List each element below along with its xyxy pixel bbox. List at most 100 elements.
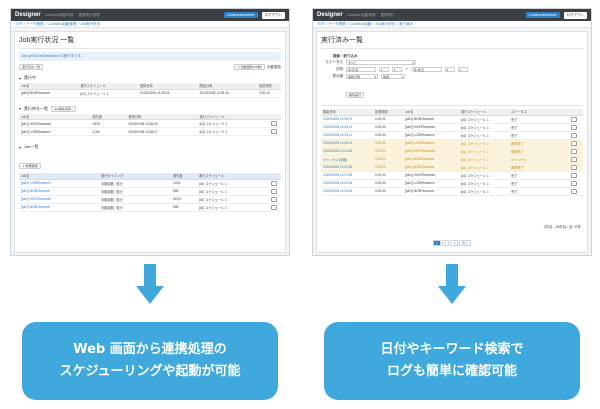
add-job-button[interactable]: + 新規登録	[19, 163, 41, 169]
breadcrumb[interactable]: TOP > データ連携 > Condition起動管理 > Job実行状況	[11, 21, 289, 28]
next-page-link[interactable]: 次へ	[459, 240, 472, 246]
user-button[interactable]: CollaborateAdmin	[525, 12, 560, 18]
start-time-link[interactable]: 2015/03/08 14:35:11	[321, 131, 373, 140]
page-link[interactable]: 1	[432, 240, 441, 246]
run-icon[interactable]	[271, 188, 277, 194]
log-detail-icon[interactable]	[571, 140, 577, 146]
log-detail-icon[interactable]	[571, 148, 577, 154]
hour-from-select[interactable]: ▾	[379, 67, 389, 72]
caption-line: スケジューリングや起動が可能	[59, 364, 241, 379]
table-cell: 2015/03/08 14:35:15	[138, 89, 198, 98]
table-cell: [job2] LOWResearch	[19, 127, 91, 136]
pagination: 1 2 3 次へ	[317, 240, 587, 246]
table-cell: [job1] HIGHResearch	[19, 119, 91, 128]
start-time-link[interactable]: 2015/03/08 14:35:01	[321, 139, 373, 148]
range-separator: 〜	[405, 67, 409, 71]
table-cell: [job0] MD5Research	[403, 163, 459, 172]
log-detail-icon[interactable]	[571, 124, 577, 130]
table-cell: [job0] MD5Research	[19, 89, 79, 98]
table-cell: [#1] スケジュール 1	[459, 115, 509, 124]
status-select[interactable]: すべて ▾	[346, 60, 416, 65]
job-link[interactable]: [job3] MD5Research	[19, 203, 99, 212]
search-actions: 検索実行	[321, 80, 583, 100]
log-detail-icon[interactable]	[571, 156, 577, 162]
job-link[interactable]: [job2] HIGHResearch	[19, 195, 99, 204]
sort-select[interactable]: 開始日時 ▾	[346, 74, 378, 79]
start-time-link[interactable]: 2015/03/08 14:34:55	[321, 171, 373, 180]
log-detail-icon[interactable]	[571, 180, 577, 186]
chevron-down-icon: ▾	[401, 74, 403, 79]
priority-switch-button[interactable]: Job優先切替...	[51, 105, 77, 112]
log-detail-icon[interactable]	[571, 172, 577, 178]
table-cell: [job0] HIGHResearch	[403, 147, 459, 156]
auto-refresh-toggle[interactable]: ✔ 自動更新(30秒)	[234, 64, 265, 70]
table-cell: 完了	[509, 179, 569, 188]
start-time-link[interactable]: 2015/03/08 14:34:56	[321, 163, 373, 172]
detail-icon[interactable]	[271, 129, 277, 134]
menu-item-execution[interactable]: 連携実行管理	[78, 13, 99, 18]
run-icon[interactable]	[271, 204, 277, 210]
table-cell: MID	[171, 203, 197, 212]
minute-from-select[interactable]: ▾	[392, 67, 402, 72]
table-cell: [#1] スケジュール 1	[459, 131, 509, 140]
table-row: [job1] HIGHResearch HIGH 2015/03/08 14:3…	[19, 119, 281, 128]
menu-item-execution[interactable]: 連携実行	[380, 13, 394, 18]
table-cell	[569, 187, 583, 196]
run-icon[interactable]	[271, 196, 277, 202]
start-time-link[interactable]: 2015/03/08 14:34:54	[321, 179, 373, 188]
logout-button[interactable]: ログアウト	[563, 11, 587, 19]
hour-to-select[interactable]: ▾	[444, 67, 455, 72]
executed-list-button[interactable]: 実行済み一覧	[19, 64, 44, 70]
start-time-link[interactable]: 2015/03/08 14:35:14	[321, 123, 373, 132]
page-link[interactable]: 3	[450, 240, 458, 246]
sort-label: 表示順	[332, 74, 344, 78]
table-cell: キャンセル	[509, 155, 569, 164]
log-detail-icon[interactable]	[571, 188, 577, 194]
breadcrumb[interactable]: TOP > データ連携 > Condition起動 > Job実行状況 > 実行…	[313, 21, 591, 28]
table-cell: 0:00:01	[373, 139, 403, 148]
date-to-input[interactable]: 年/月/日	[411, 67, 442, 72]
detail-icon[interactable]	[271, 121, 277, 126]
running-table: Job名 実行スケジュール 登録日時 開始日時 経過時間 [job0] MD5R…	[19, 83, 281, 98]
manual-refresh-link[interactable]: 手動更新	[267, 65, 281, 70]
search-form: 検索・絞り込み ステータス すべて ▾ 日時 年/月/日 ▾ ▾ 〜 年/月/日 …	[321, 52, 583, 102]
job-link[interactable]: [job0] LOWResearch	[19, 179, 99, 188]
table-cell: HIGH	[171, 195, 197, 204]
order-select[interactable]: 降順 ▾	[381, 74, 405, 79]
minute-to-select[interactable]: ▾	[457, 67, 468, 72]
table-cell: [#1] スケジュール 1	[197, 187, 269, 196]
start-time-link[interactable]: 2015/03/08 14:35:15	[321, 115, 373, 124]
table-cell: 手動起動 / 進行	[99, 203, 171, 212]
search-button[interactable]: 検索実行	[346, 92, 365, 98]
log-detail-icon[interactable]	[571, 132, 577, 138]
table-cell: [#1] スケジュール 1	[459, 139, 509, 148]
table-cell	[569, 123, 583, 132]
table-cell: [job0] MD5Research	[403, 115, 459, 124]
run-icon[interactable]	[271, 180, 277, 186]
start-time-link[interactable]: 2015/03/08 14:34:53	[321, 187, 373, 196]
auto-refresh-label: 自動更新(30秒)	[240, 65, 262, 69]
log-detail-icon[interactable]	[571, 116, 577, 122]
user-button[interactable]: CollaborateAdmin	[223, 12, 258, 18]
result-count: 1件目 - 10件目 / 全 37件	[543, 225, 581, 229]
divider	[19, 48, 281, 49]
date-from-input[interactable]: 年/月/日	[346, 67, 376, 72]
job-link[interactable]: [job1] MD5Research	[19, 187, 99, 196]
table-cell: 手動起動 / 進行	[99, 195, 171, 204]
menu-item-condition[interactable]: Condition起動申請	[347, 13, 376, 18]
start-time-link[interactable]: 2015/03/08 14:34:59	[321, 147, 373, 156]
brand-logo: Designer	[317, 12, 343, 18]
waiting-section-header: ▾ 実行待ち一覧 Job優先切替...	[15, 104, 285, 114]
log-detail-icon[interactable]	[571, 164, 577, 170]
menu-item-condition[interactable]: Condition起動申請	[45, 13, 74, 18]
start-time-link[interactable]: キャンセル(待機)	[321, 155, 373, 164]
logout-button[interactable]: ログアウト	[261, 11, 285, 19]
table-cell	[569, 179, 583, 188]
page-title: 実行済み一覧	[321, 37, 363, 44]
table-cell: MID	[171, 187, 197, 196]
page-link[interactable]: 2	[441, 240, 450, 246]
table-cell	[269, 127, 281, 136]
running-section-header: ▾ 実行中	[15, 73, 285, 83]
table-cell: 異常終了	[509, 163, 569, 172]
table-row: [job0] LOWResearch 手動起動 / 進行 LOW [#1] スケ…	[19, 179, 281, 188]
